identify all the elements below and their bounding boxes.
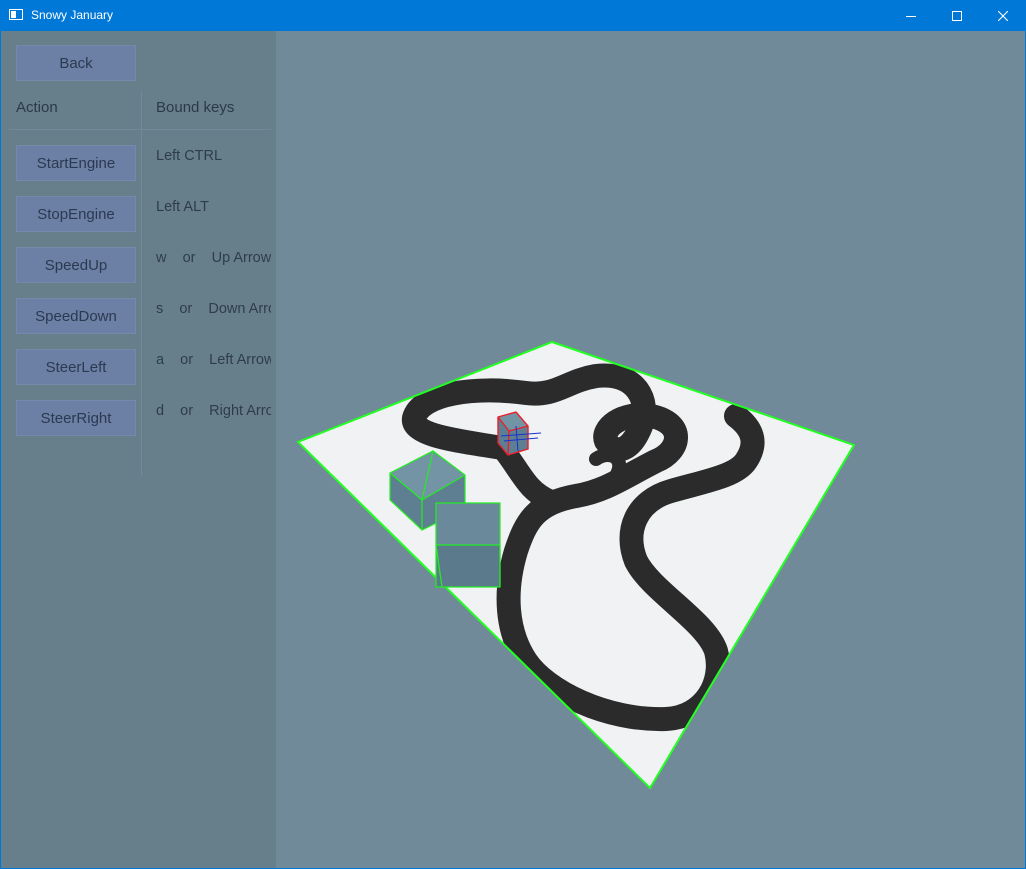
window-title: Snowy January (31, 8, 114, 22)
action-button-steerright[interactable]: SteerRight (16, 400, 136, 436)
game-viewport[interactable] (276, 31, 1025, 868)
snow-texture (298, 342, 854, 788)
bound-keys-speedup: w or Up Arrow (156, 250, 271, 266)
maximize-button[interactable] (934, 0, 980, 31)
key-bindings-panel: Back Action Bound keys StartEngine Left … (1, 31, 276, 868)
back-button[interactable]: Back (16, 45, 136, 81)
maximize-icon (952, 10, 962, 21)
header-divider (9, 129, 271, 130)
action-button-speeddown[interactable]: SpeedDown (16, 298, 136, 334)
bound-keys-steerright: d or Right Arrow (156, 403, 271, 419)
action-button-startengine[interactable]: StartEngine (16, 145, 136, 181)
action-button-stopengine[interactable]: StopEngine (16, 196, 136, 232)
bound-keys-column-header: Bound keys (156, 99, 235, 116)
bound-keys-speeddown: s or Down Arrow (156, 301, 271, 317)
action-button-speedup[interactable]: SpeedUp (16, 247, 136, 283)
bound-keys-startengine: Left CTRL (156, 148, 223, 164)
action-column-header: Action (16, 99, 58, 116)
action-button-steerleft[interactable]: SteerLeft (16, 349, 136, 385)
bound-keys-steerleft: a or Left Arrow (156, 352, 271, 368)
close-button[interactable] (980, 0, 1026, 31)
close-icon (998, 10, 1008, 21)
title-bar: Snowy January (0, 0, 1026, 31)
bound-keys-stopengine: Left ALT (156, 199, 209, 215)
obstacle-box-2 (435, 502, 501, 588)
window-border-left (0, 31, 1, 869)
column-divider (141, 91, 142, 476)
app-icon (9, 9, 23, 20)
minimize-button[interactable] (888, 0, 934, 31)
minimize-icon (906, 15, 916, 17)
